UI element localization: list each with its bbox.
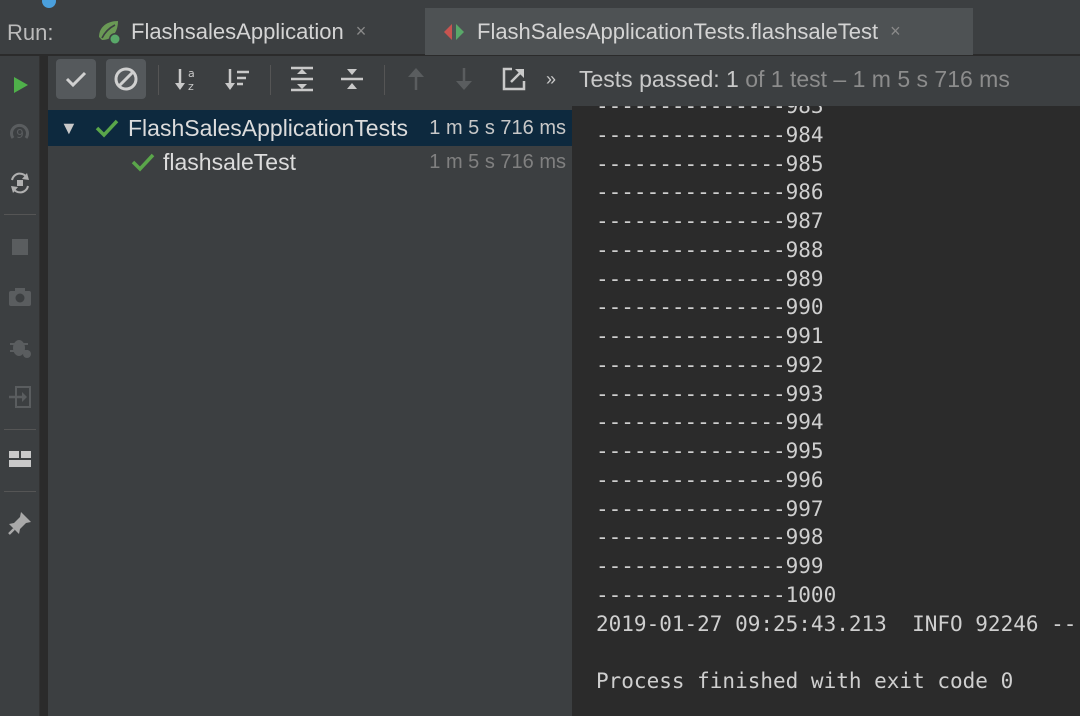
tree-row-test[interactable]: flashsaleTest 1 m 5 s 716 ms bbox=[48, 144, 572, 180]
passed-check-icon bbox=[131, 153, 155, 172]
console-line: ---------------997 bbox=[596, 496, 824, 521]
collapse-all-button[interactable] bbox=[332, 59, 372, 99]
toggle-auto-test-icon[interactable] bbox=[5, 168, 35, 198]
console-line: ---------------984 bbox=[596, 122, 824, 147]
next-failed-button[interactable] bbox=[444, 59, 484, 99]
export-icon bbox=[502, 67, 526, 91]
collapse-all-icon bbox=[341, 69, 363, 89]
toolbar-divider bbox=[158, 65, 159, 95]
console-line: ---------------994 bbox=[596, 410, 824, 435]
console-line: ---------------995 bbox=[596, 439, 824, 463]
arrow-down-icon bbox=[456, 68, 472, 90]
window-top-strip bbox=[0, 0, 1080, 8]
checkmark-icon bbox=[65, 71, 87, 88]
console-line: ---------------987 bbox=[596, 209, 824, 233]
debug-settings-icon[interactable] bbox=[5, 332, 35, 362]
console-line: ---------------991 bbox=[596, 324, 824, 348]
close-icon[interactable]: × bbox=[356, 21, 367, 42]
expand-all-icon bbox=[291, 66, 313, 92]
sort-alphabetically-button[interactable]: az bbox=[168, 59, 208, 99]
show-ignored-button[interactable] bbox=[106, 59, 146, 99]
status-summary: of 1 test – 1 m 5 s 716 ms bbox=[738, 66, 1010, 92]
spring-boot-icon bbox=[93, 17, 123, 47]
svg-text:a: a bbox=[188, 67, 195, 80]
suite-name: FlashSalesApplicationTests bbox=[128, 114, 408, 141]
sort-alpha-icon: az bbox=[175, 67, 195, 93]
console-line: ---------------996 bbox=[596, 467, 824, 492]
expand-all-button[interactable] bbox=[282, 59, 322, 99]
ignored-icon bbox=[114, 67, 138, 91]
sort-duration-icon bbox=[225, 69, 249, 90]
console-line: ---------------992 bbox=[596, 352, 824, 377]
toolbar-divider bbox=[4, 491, 36, 492]
expand-arrow-icon[interactable]: ▼ bbox=[60, 118, 78, 139]
passed-check-icon bbox=[95, 119, 119, 138]
status-passed: Tests passed: 1 bbox=[579, 66, 739, 92]
close-icon[interactable]: × bbox=[890, 21, 901, 42]
console-line: Process finished with exit code 0 bbox=[596, 669, 1014, 693]
test-results-tree: ▼ FlashSalesApplicationTests 1 m 5 s 716… bbox=[48, 106, 572, 716]
toolbar-divider bbox=[4, 214, 36, 215]
tab-flashsales-application[interactable]: FlashsalesApplication × bbox=[79, 8, 409, 55]
pin-icon[interactable] bbox=[5, 508, 35, 538]
test-status: Tests passed: 1 of 1 test – 1 m 5 s 716 … bbox=[579, 66, 1010, 93]
console-line: ---------------986 bbox=[596, 180, 824, 205]
junit-icon bbox=[439, 17, 469, 47]
test-duration: 1 m 5 s 716 ms bbox=[429, 150, 566, 173]
previous-failed-button[interactable] bbox=[396, 59, 436, 99]
more-icon: » bbox=[545, 68, 556, 89]
sort-by-duration-button[interactable] bbox=[218, 59, 258, 99]
console-line: ---------------1000 bbox=[596, 582, 837, 607]
tab-label: FlashSalesApplicationTests.flashsaleTest bbox=[477, 18, 879, 44]
toolbar-divider bbox=[270, 65, 271, 95]
layout-icon[interactable] bbox=[5, 444, 35, 474]
console-line: ---------------998 bbox=[596, 525, 824, 550]
console-line: ---------------985 bbox=[596, 151, 824, 176]
arrow-up-icon bbox=[408, 68, 424, 90]
console-line: ---------------988 bbox=[596, 237, 824, 262]
tab-label: FlashsalesApplication bbox=[131, 18, 344, 44]
tab-flashsale-test[interactable]: FlashSalesApplicationTests.flashsaleTest… bbox=[425, 8, 973, 55]
console-output[interactable]: ---------------983 ---------------984 ----… bbox=[572, 106, 1080, 716]
test-runner-toolbar: az » Tests passed: 1 of 1 test – 1 m 5 s… bbox=[48, 56, 1080, 106]
show-passed-button[interactable] bbox=[56, 59, 96, 99]
import-tests-icon[interactable] bbox=[5, 382, 35, 412]
rerun-icon[interactable] bbox=[5, 70, 35, 100]
console-line: ---------------989 bbox=[596, 266, 824, 291]
console-line: ---------------999 bbox=[596, 554, 824, 578]
camera-icon[interactable] bbox=[5, 282, 35, 312]
console-line: 2019-01-27 09:25:43.213 INFO 92246 --- bbox=[596, 611, 1080, 636]
window-indicator-icon bbox=[42, 0, 56, 8]
console-line: ---------------990 bbox=[596, 295, 824, 320]
rerun-failed-icon[interactable]: 9 bbox=[5, 118, 35, 148]
test-name: flashsaleTest bbox=[163, 148, 296, 175]
toolbar-divider bbox=[4, 429, 36, 430]
run-tab-bar: Run: FlashsalesApplication × FlashSalesA… bbox=[0, 8, 1080, 55]
run-label: Run: bbox=[7, 20, 54, 45]
export-results-button[interactable] bbox=[494, 59, 534, 99]
console-line: ---------------983 bbox=[596, 106, 824, 118]
svg-text:z: z bbox=[188, 80, 194, 93]
more-actions-button[interactable]: » bbox=[536, 59, 566, 99]
toolbar-divider bbox=[384, 65, 385, 95]
tree-row-suite[interactable]: ▼ FlashSalesApplicationTests 1 m 5 s 716… bbox=[48, 110, 572, 146]
console-line: ---------------993 bbox=[596, 381, 824, 406]
stop-icon[interactable] bbox=[5, 232, 35, 262]
svg-text:9: 9 bbox=[16, 127, 24, 141]
run-side-toolbar: 9 bbox=[0, 56, 40, 716]
suite-duration: 1 m 5 s 716 ms bbox=[429, 116, 566, 139]
